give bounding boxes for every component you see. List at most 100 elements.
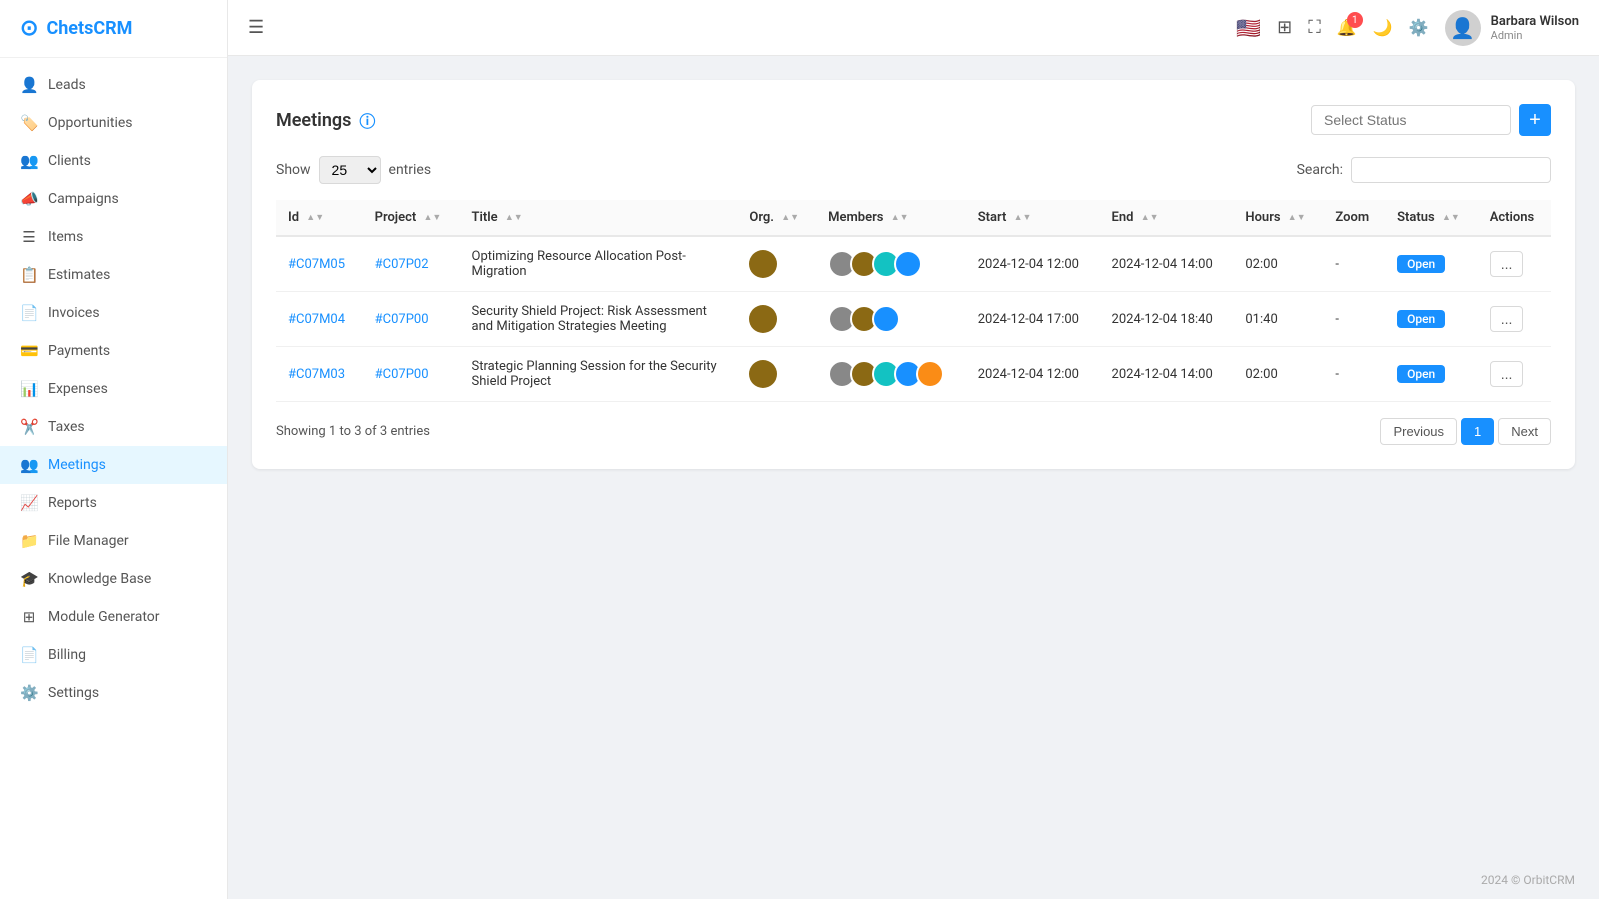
sidebar-item-knowledge-base[interactable]: 🎓 Knowledge Base: [0, 560, 227, 598]
sort-icon: ▲▼: [505, 212, 523, 223]
sidebar-item-module-generator[interactable]: ⊞ Module Generator: [0, 598, 227, 636]
col-members[interactable]: Members ▲▼: [816, 200, 966, 236]
sidebar-item-estimates[interactable]: 📋 Estimates: [0, 256, 227, 294]
sidebar-item-campaigns[interactable]: 📣 Campaigns: [0, 180, 227, 218]
grid-icon[interactable]: ⊞: [1277, 17, 1292, 38]
sidebar-item-label: File Manager: [48, 533, 129, 549]
sidebar-item-label: Knowledge Base: [48, 571, 151, 587]
cell-zoom: -: [1323, 236, 1385, 292]
leads-icon: 👤: [20, 76, 38, 94]
settings-header-icon[interactable]: ⚙️: [1409, 18, 1429, 37]
sidebar-item-items[interactable]: ☰ Items: [0, 218, 227, 256]
project-link[interactable]: #C07P02: [375, 257, 429, 272]
sidebar-item-leads[interactable]: 👤 Leads: [0, 66, 227, 104]
notification-icon[interactable]: 🔔 1: [1337, 18, 1357, 37]
cell-org: [737, 292, 816, 347]
info-icon[interactable]: ⓘ: [359, 108, 375, 132]
billing-icon: 📄: [20, 646, 38, 664]
cell-start: 2024-12-04 12:00: [966, 236, 1100, 292]
page-title: Meetings: [276, 110, 351, 131]
sort-icon: ▲▼: [1288, 212, 1306, 223]
notification-badge: 1: [1347, 12, 1363, 28]
status-select[interactable]: [1311, 105, 1511, 135]
user-role: Admin: [1491, 29, 1579, 42]
sidebar-item-expenses[interactable]: 📊 Expenses: [0, 370, 227, 408]
footer-text: 2024 © OrbitCRM: [1481, 873, 1575, 887]
search-label: Search:: [1297, 162, 1343, 178]
sidebar-item-settings[interactable]: ⚙️ Settings: [0, 674, 227, 712]
file-manager-icon: 📁: [20, 532, 38, 550]
sidebar-item-label: Settings: [48, 685, 99, 701]
darkmode-icon[interactable]: 🌙: [1373, 18, 1393, 37]
cell-id: #C07M04: [276, 292, 363, 347]
page-content: Meetings ⓘ + Show 10 25 50 100: [228, 56, 1599, 861]
col-title[interactable]: Title ▲▼: [460, 200, 738, 236]
cell-status: Open: [1385, 347, 1478, 402]
cell-status: Open: [1385, 292, 1478, 347]
table-row: #C07M05 #C07P02 Optimizing Resource Allo…: [276, 236, 1551, 292]
sidebar-item-opportunities[interactable]: 🏷️ Opportunities: [0, 104, 227, 142]
show-entries: Show 10 25 50 100 entries: [276, 156, 431, 184]
next-button[interactable]: Next: [1498, 418, 1551, 445]
actions-button[interactable]: ...: [1490, 361, 1524, 387]
actions-button[interactable]: ...: [1490, 251, 1524, 277]
logo-icon: ⊙: [20, 16, 38, 41]
flag-icon[interactable]: 🇺🇸: [1236, 16, 1261, 40]
search-box: Search:: [1297, 157, 1551, 183]
sort-icon: ▲▼: [306, 212, 324, 223]
sidebar-item-reports[interactable]: 📈 Reports: [0, 484, 227, 522]
sort-icon: ▲▼: [424, 212, 442, 223]
show-label: Show: [276, 162, 311, 178]
col-end[interactable]: End ▲▼: [1100, 200, 1234, 236]
col-project[interactable]: Project ▲▼: [363, 200, 460, 236]
sidebar-item-file-manager[interactable]: 📁 File Manager: [0, 522, 227, 560]
card-header-right: +: [1311, 104, 1551, 136]
col-org[interactable]: Org. ▲▼: [737, 200, 816, 236]
sidebar-item-label: Leads: [48, 77, 86, 93]
user-info: Barbara Wilson Admin: [1491, 14, 1579, 42]
sidebar-item-billing[interactable]: 📄 Billing: [0, 636, 227, 674]
pagination: Previous 1 Next: [1380, 418, 1551, 445]
col-status[interactable]: Status ▲▼: [1385, 200, 1478, 236]
col-start[interactable]: Start ▲▼: [966, 200, 1100, 236]
meeting-id-link[interactable]: #C07M05: [288, 257, 345, 272]
sidebar-item-taxes[interactable]: ✂️ Taxes: [0, 408, 227, 446]
logo[interactable]: ⊙ ChetsCRM: [0, 0, 227, 58]
fullscreen-icon[interactable]: ⛶: [1308, 17, 1321, 38]
user-name: Barbara Wilson: [1491, 14, 1579, 29]
sidebar-item-label: Payments: [48, 343, 110, 359]
meeting-id-link[interactable]: #C07M03: [288, 367, 345, 382]
search-input[interactable]: [1351, 157, 1551, 183]
project-link[interactable]: #C07P00: [375, 367, 429, 382]
cell-title: Strategic Planning Session for the Secur…: [460, 347, 738, 402]
add-meeting-button[interactable]: +: [1519, 104, 1551, 136]
previous-button[interactable]: Previous: [1380, 418, 1457, 445]
header-actions: 🇺🇸 ⊞ ⛶ 🔔 1 🌙 ⚙️ 👤 Barbara Wilson Admin: [1236, 10, 1579, 46]
page-1-button[interactable]: 1: [1461, 418, 1494, 445]
cell-status: Open: [1385, 236, 1478, 292]
entries-select[interactable]: 10 25 50 100: [319, 156, 381, 184]
cell-hours: 02:00: [1233, 236, 1323, 292]
status-badge: Open: [1397, 255, 1445, 273]
cell-zoom: -: [1323, 347, 1385, 402]
col-id[interactable]: Id ▲▼: [276, 200, 363, 236]
entries-label: entries: [389, 162, 432, 178]
project-link[interactable]: #C07P00: [375, 312, 429, 327]
sidebar-item-meetings[interactable]: 👥 Meetings: [0, 446, 227, 484]
sidebar-item-clients[interactable]: 👥 Clients: [0, 142, 227, 180]
cell-actions: ...: [1478, 347, 1551, 402]
sidebar-item-label: Opportunities: [48, 115, 133, 131]
sidebar-item-invoices[interactable]: 📄 Invoices: [0, 294, 227, 332]
hamburger-button[interactable]: ☰: [248, 17, 264, 38]
header: ☰ 🇺🇸 ⊞ ⛶ 🔔 1 🌙 ⚙️ 👤 Barbara Wilson Admin: [228, 0, 1599, 56]
meeting-id-link[interactable]: #C07M04: [288, 312, 345, 327]
cell-project: #C07P00: [363, 347, 460, 402]
col-hours[interactable]: Hours ▲▼: [1233, 200, 1323, 236]
cell-org: [737, 236, 816, 292]
actions-button[interactable]: ...: [1490, 306, 1524, 332]
items-icon: ☰: [20, 228, 38, 246]
card-title: Meetings ⓘ: [276, 108, 375, 132]
cell-end: 2024-12-04 14:00: [1100, 347, 1234, 402]
user-profile[interactable]: 👤 Barbara Wilson Admin: [1445, 10, 1579, 46]
sidebar-item-payments[interactable]: 💳 Payments: [0, 332, 227, 370]
